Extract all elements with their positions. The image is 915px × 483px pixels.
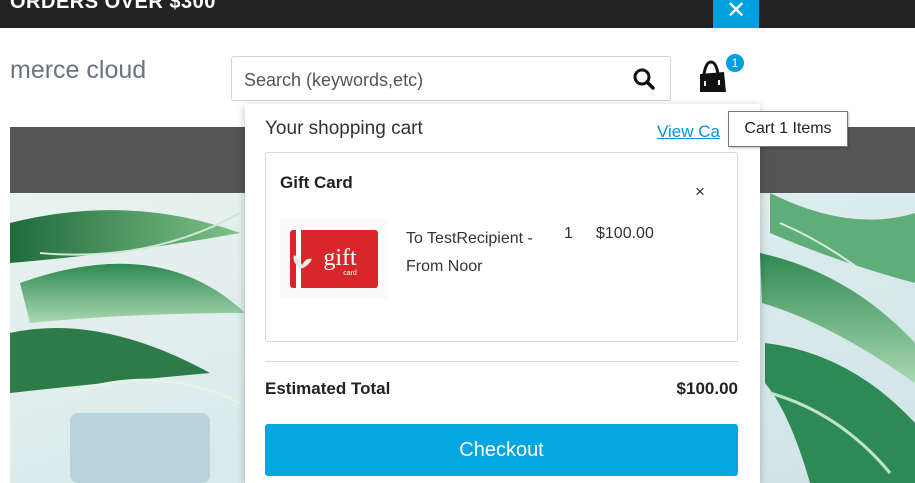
search-input[interactable]: [242, 65, 616, 95]
cart-item: Gift Card × gift card To TestRecipient -…: [265, 152, 738, 342]
gift-card-image: gift card: [290, 230, 378, 288]
checkout-button[interactable]: Checkout: [265, 424, 738, 476]
cart-count-badge: 1: [726, 54, 744, 72]
promo-text: ORDERS OVER $300: [10, 0, 216, 13]
divider: [265, 361, 738, 362]
remove-item-button[interactable]: ×: [691, 183, 709, 201]
cart-item-description: To TestRecipient - From Noor: [406, 230, 533, 275]
brand-name[interactable]: merce cloud: [10, 56, 146, 85]
cart-item-price: $100.00: [596, 225, 654, 242]
cart-dropdown: Your shopping cart View Ca Gift Card × g…: [245, 104, 760, 483]
cart-item-quantity: 1: [564, 225, 573, 242]
cart-tooltip: Cart 1 Items: [728, 111, 848, 147]
promo-bar: ORDERS OVER $300 ✕: [0, 0, 915, 28]
promo-close-button[interactable]: ✕: [713, 0, 759, 28]
search-icon[interactable]: [630, 65, 658, 93]
search-bar: [231, 56, 671, 101]
close-icon[interactable]: ✕: [726, 0, 746, 24]
gift-card-text: gift: [323, 245, 357, 271]
gift-card-subtext: card: [343, 270, 357, 277]
search-button[interactable]: [630, 65, 658, 93]
cart-title: Your shopping cart: [265, 118, 423, 139]
gift-card-thumbnail: gift card: [280, 219, 388, 299]
cart-item-name: Gift Card: [280, 173, 353, 192]
view-cart-link[interactable]: View Ca: [657, 122, 720, 142]
cart-button[interactable]: 1: [693, 54, 744, 98]
estimated-total-value: $100.00: [676, 379, 738, 398]
estimated-total-label: Estimated Total: [265, 379, 391, 398]
close-icon[interactable]: ×: [695, 182, 705, 201]
